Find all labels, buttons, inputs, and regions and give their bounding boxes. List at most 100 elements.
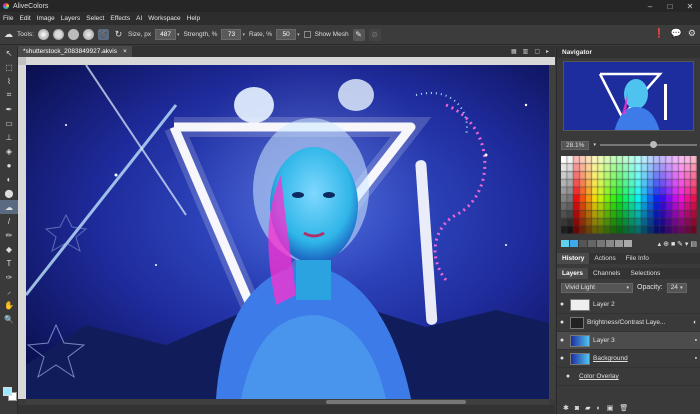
visibility-icon[interactable]: ●	[557, 319, 567, 326]
pencil-tool-icon[interactable]: ✏	[0, 228, 18, 242]
layer-effect-row[interactable]: ● Color Overlay	[557, 368, 700, 386]
zoom-field[interactable]: 28.1%	[561, 140, 590, 150]
recent-color-swatch[interactable]	[615, 240, 623, 247]
apply-button[interactable]: ✎	[352, 28, 365, 41]
menu-select[interactable]: Select	[86, 15, 104, 22]
close-button[interactable]: ✕	[680, 0, 700, 12]
visibility-icon[interactable]: ●	[557, 301, 567, 308]
effect-visibility-icon[interactable]: ●	[563, 373, 573, 380]
visibility-icon[interactable]: ●	[557, 337, 567, 344]
strength-dropdown-icon[interactable]: ▾	[242, 32, 245, 38]
zoom-dropdown-icon[interactable]: ▾	[593, 142, 596, 148]
menu-effects[interactable]: Effects	[110, 15, 130, 22]
canvas[interactable]	[26, 65, 549, 399]
tab-channels[interactable]: Channels	[588, 268, 625, 279]
size-input[interactable]: 487	[155, 29, 176, 40]
recent-color-swatch[interactable]	[624, 240, 632, 247]
crop-tool-icon[interactable]: ⌗	[0, 88, 18, 102]
zoom-slider[interactable]	[599, 141, 697, 148]
tab-actions[interactable]: Actions	[589, 253, 620, 264]
rate-input[interactable]: 50	[276, 29, 297, 40]
eyedropper-tool-icon[interactable]: ✒	[0, 102, 18, 116]
brush-preset-1-icon[interactable]	[37, 29, 49, 40]
eraser-tool-icon[interactable]: ▭	[0, 116, 18, 130]
cancel-apply-button[interactable]: ⊘	[368, 28, 381, 41]
recent-color-swatch[interactable]	[606, 240, 614, 247]
brush-preset-2-icon[interactable]	[52, 29, 64, 40]
size-dropdown-icon[interactable]: ▾	[177, 32, 180, 38]
zoom-tool-icon[interactable]: 🔍	[0, 312, 18, 326]
stamp-tool-icon[interactable]: ⊥	[0, 130, 18, 144]
shape-tool-icon[interactable]: ◆	[0, 242, 18, 256]
settings-icon[interactable]: ⚙	[688, 28, 696, 39]
sponge-tool-icon[interactable]: ⬤	[0, 186, 18, 200]
menu-layers[interactable]: Layers	[61, 15, 81, 22]
bucket-tool-icon[interactable]: ◈	[0, 144, 18, 158]
notification-icon[interactable]: ❗	[653, 28, 664, 39]
tab-selections[interactable]: Selections	[625, 268, 665, 279]
layer-row[interactable]: ● Background ▪	[557, 350, 700, 368]
scrollbar-thumb[interactable]	[326, 400, 466, 404]
layout-icon[interactable]: ▦	[511, 48, 517, 55]
tile-icon[interactable]: ▥	[523, 48, 529, 55]
layer-row[interactable]: ● Layer 2	[557, 296, 700, 314]
document-tab[interactable]: *shutterstock_2083849927.akvis ×	[18, 46, 132, 57]
color-palette[interactable]	[561, 156, 697, 234]
recent-color-swatch[interactable]	[597, 240, 605, 247]
reset-tool-icon[interactable]: ↻	[113, 29, 124, 40]
brush-preset-4-icon[interactable]	[82, 29, 94, 40]
new-layer-icon[interactable]: ▣	[607, 404, 614, 412]
picker-tool-icon[interactable]: ⸝	[0, 284, 18, 298]
layer-thumbnail	[570, 334, 590, 347]
brush-preset-3-icon[interactable]	[67, 29, 79, 40]
menu-edit[interactable]: Edit	[19, 15, 30, 22]
menu-help[interactable]: Help	[187, 15, 200, 22]
help-chat-icon[interactable]: 💬	[671, 28, 682, 39]
adjustment-layer-icon[interactable]: ◐	[597, 405, 601, 412]
effects-icon[interactable]: ✱	[563, 404, 569, 412]
tab-layers[interactable]: Layers	[557, 268, 588, 279]
recent-color-swatch[interactable]	[570, 240, 578, 247]
text-tool-icon[interactable]: T	[0, 256, 18, 270]
twirl-tool-icon[interactable]: ➰	[97, 29, 109, 40]
move-tool-icon[interactable]: ↖	[0, 46, 18, 60]
close-tab-icon[interactable]: ×	[123, 48, 127, 55]
minimize-button[interactable]: –	[640, 0, 660, 12]
menu-image[interactable]: Image	[37, 15, 55, 22]
menu-workspace[interactable]: Workspace	[148, 15, 180, 22]
rate-dropdown-icon[interactable]: ▾	[297, 32, 300, 38]
layer-row[interactable]: ● Layer 3 ▪	[557, 332, 700, 350]
brush-tool-icon[interactable]: /	[0, 214, 18, 228]
blend-mode-select[interactable]: Vivid Light ▾	[561, 282, 633, 293]
window-icon[interactable]: ▢	[534, 48, 540, 55]
show-mesh-checkbox[interactable]	[303, 31, 311, 38]
zoom-slider-knob[interactable]	[649, 141, 657, 148]
lasso-tool-icon[interactable]: ⌇	[0, 74, 18, 88]
pen-tool-icon[interactable]: ✑	[0, 270, 18, 284]
recent-color-swatch[interactable]	[588, 240, 596, 247]
recent-color-swatch[interactable]	[579, 240, 587, 247]
strength-input[interactable]: 73	[221, 29, 242, 40]
liquify-tool-icon[interactable]: ☁	[0, 200, 18, 214]
folder-icon[interactable]: ▰	[585, 404, 590, 412]
maximize-button[interactable]: □	[660, 0, 680, 12]
layer-row[interactable]: ● Brightness/Contrast Laye... ◐	[557, 314, 700, 332]
tab-history[interactable]: History	[557, 253, 590, 264]
more-icon[interactable]: ▸	[546, 48, 549, 55]
delete-layer-icon[interactable]: 🗑	[619, 404, 628, 412]
navigator-preview[interactable]	[563, 61, 694, 131]
swatch-menu-icon[interactable]: ▴ ⊕ ■ ✎ ▾ ▤	[658, 240, 697, 248]
marquee-tool-icon[interactable]: ⬚	[0, 60, 18, 74]
vertical-scrollbar[interactable]	[549, 65, 555, 399]
menu-ai[interactable]: AI	[136, 15, 142, 22]
menu-file[interactable]: File	[3, 15, 13, 22]
visibility-icon[interactable]: ●	[557, 355, 567, 362]
hand-tool-icon[interactable]: ✋	[0, 298, 18, 312]
mask-icon[interactable]: ◙	[575, 405, 579, 412]
tab-file-info[interactable]: File Info	[621, 253, 654, 264]
foreground-color-swatch[interactable]	[3, 387, 12, 396]
dodge-tool-icon[interactable]: ◐	[0, 172, 18, 186]
opacity-input[interactable]: 24 ▾	[666, 282, 687, 293]
recent-color-swatch[interactable]	[561, 240, 569, 247]
drop-tool-icon[interactable]: ●	[0, 158, 18, 172]
